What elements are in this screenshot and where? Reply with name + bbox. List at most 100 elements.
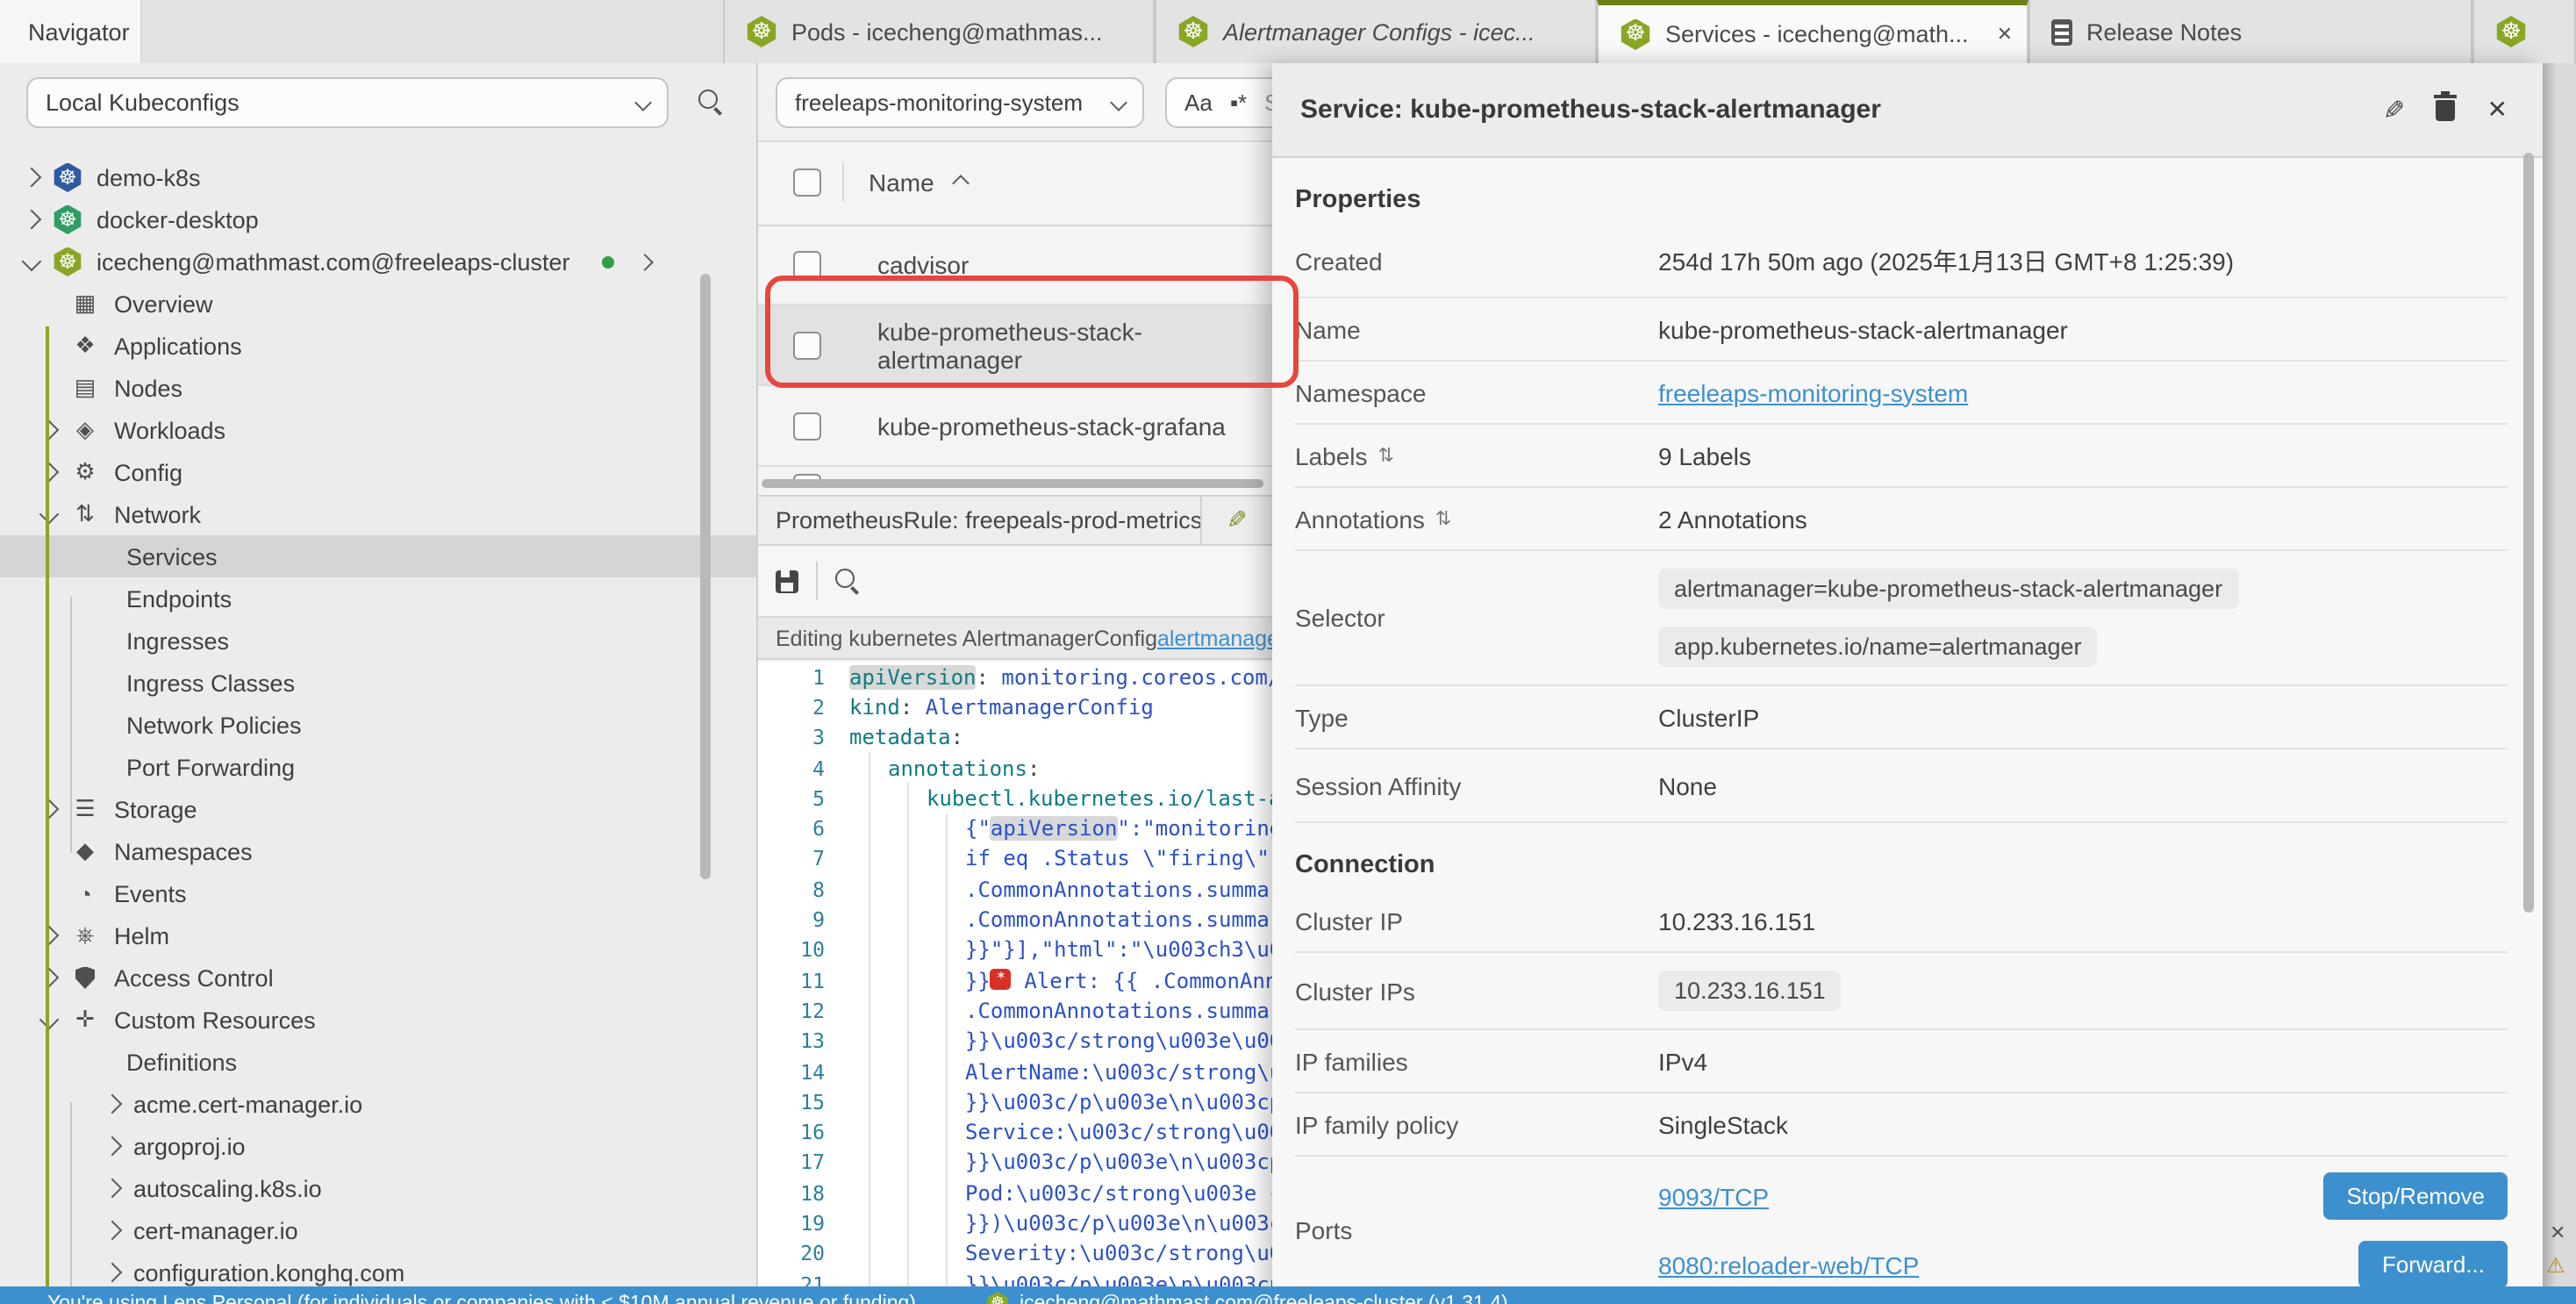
sidebar-item-acme-cert-manager-io[interactable]: acme.cert-manager.io [0, 1083, 756, 1125]
sidebar-cluster-demo-k8s[interactable]: ☸demo-k8s [0, 156, 756, 198]
tab-partial[interactable]: ☸ [2472, 0, 2576, 63]
row-checkbox[interactable] [793, 250, 821, 278]
close-drawer-button[interactable]: ✕ [2487, 95, 2508, 125]
tab-services-icecheng-math[interactable]: ☸Services - icecheng@math...✕ [1597, 0, 2029, 63]
edit-service-button[interactable]: ✎ [2382, 94, 2404, 125]
sidebar-cluster-icecheng-mathmast-com-freeleaps-cluster[interactable]: ☸ icecheng@mathmast.com@freeleaps-cluster [0, 240, 756, 283]
chevron-right-icon[interactable] [39, 926, 60, 946]
chevron-right-icon[interactable] [39, 799, 60, 820]
sidebar-item-workloads[interactable]: ◈Workloads [0, 409, 756, 451]
code-text: {"apiVersion":"monitoring.core [849, 816, 1272, 841]
port-action-button[interactable]: Stop/Remove [2323, 1172, 2508, 1220]
sidebar-item-config[interactable]: ⚙Config [0, 451, 756, 493]
sidebar-item-network[interactable]: ⇅Network [0, 493, 756, 535]
sidebar-item-helm[interactable]: ⎈Helm [0, 914, 756, 957]
kubeconfig-select[interactable]: Local Kubeconfigs [26, 77, 669, 128]
regex-icon[interactable]: ▪* [1230, 90, 1247, 116]
nodes-icon: ▤ [70, 374, 100, 402]
chevron-right-icon[interactable] [636, 253, 654, 270]
sidebar-item-nodes[interactable]: ▤Nodes [0, 367, 756, 409]
config-icon: ⚙ [70, 458, 100, 486]
sidebar-item-applications[interactable]: ❖Applications [0, 325, 756, 367]
delete-service-button[interactable] [2436, 99, 2456, 120]
sort-toggle-icon[interactable]: ⇅ [1435, 507, 1451, 530]
horizontal-scrollbar[interactable] [762, 479, 1263, 488]
badge-list: 10.233.16.151 [1658, 955, 1842, 1027]
sidebar-item-custom-resources[interactable]: ✛Custom Resources [0, 999, 756, 1041]
sidebar-item-label: icecheng@mathmast.com@freeleaps-cluster [97, 248, 570, 275]
sidebar-item-label: Access Control [114, 964, 274, 991]
sidebar-item-services[interactable]: Services [0, 535, 756, 577]
chevron-right-icon[interactable] [103, 1221, 123, 1241]
close-icon[interactable]: ✕ [2550, 1222, 2565, 1244]
tree-guide-line [70, 1102, 72, 1286]
tab-pods-icecheng-mathmas[interactable]: ☸Pods - icecheng@mathmas... [723, 0, 1155, 63]
sidebar-item-label: Storage [114, 796, 197, 822]
chevron-down-icon[interactable] [22, 252, 42, 272]
namespace-select[interactable]: freeleaps-monitoring-system [776, 77, 1144, 128]
storage-icon: ☰ [70, 795, 100, 823]
yaml-editor[interactable]: 1apiVersion: monitoring.coreos.com/v12ki… [758, 662, 1272, 1304]
chevron-down-icon[interactable] [39, 505, 60, 525]
sidebar-item-namespaces[interactable]: ◆Namespaces [0, 830, 756, 872]
sidebar-item-network-policies[interactable]: Network Policies [0, 704, 756, 746]
sidebar-item-definitions[interactable]: Definitions [0, 1041, 756, 1083]
chevron-right-icon[interactable] [39, 462, 60, 483]
sidebar-item-port-forwarding[interactable]: Port Forwarding [0, 746, 756, 788]
drawer-title: Service: kube-prometheus-stack-alertmana… [1300, 95, 2382, 125]
sidebar-item-storage[interactable]: ☰ Storage [0, 788, 756, 830]
editor-line: 9.CommonAnnotations.summary }}- [758, 905, 1272, 935]
sidebar-cluster-docker-desktop[interactable]: ☸docker-desktop [0, 198, 756, 240]
row-checkbox[interactable] [793, 412, 821, 440]
tab-release-notes[interactable]: Release Notes [2029, 0, 2472, 63]
drawer-scrollbar[interactable] [2523, 153, 2534, 913]
code-text: }} Alert: {{ .CommonAnnotati [849, 968, 1272, 992]
search-icon[interactable] [698, 90, 723, 114]
sidebar-item-ingress-classes[interactable]: Ingress Classes [0, 662, 756, 704]
sort-toggle-icon[interactable]: ⇅ [1378, 444, 1394, 467]
port-link[interactable]: 9093/TCP [1658, 1182, 1769, 1210]
chevron-right-icon[interactable] [39, 968, 60, 988]
column-header-name[interactable]: Name [869, 168, 934, 197]
sidebar-item-argoproj-io[interactable]: argoproj.io [0, 1125, 756, 1167]
drawer-row-label: Name [1295, 315, 1658, 343]
namespace-link[interactable]: freeleaps-monitoring-system [1658, 378, 1968, 406]
editor-toolbar [758, 546, 1272, 618]
save-icon[interactable] [776, 570, 798, 592]
sidebar-item-events[interactable]: ◔Events [0, 872, 756, 914]
match-case-icon[interactable]: Aa [1184, 90, 1213, 116]
sidebar-item-endpoints[interactable]: Endpoints [0, 577, 756, 620]
editor-line: 14AlertName:\u003c/strong\u003e [758, 1057, 1272, 1087]
edit-rule-button[interactable]: ✎ [1200, 497, 1272, 544]
chevron-right-icon[interactable] [103, 1136, 123, 1157]
editor-search-icon[interactable] [835, 569, 860, 593]
sidebar-item-overview[interactable]: ▦Overview [0, 283, 756, 325]
drawer-row-value: ClusterIP [1658, 703, 1759, 731]
editing-resource-link[interactable]: alertmanager [1157, 626, 1272, 650]
tree-guide-line [70, 597, 72, 853]
search-input[interactable]: Aa ▪* Search [1165, 77, 1272, 128]
sidebar-item-cert-manager-io[interactable]: cert-manager.io [0, 1209, 756, 1251]
chevron-down-icon[interactable] [39, 1010, 60, 1030]
chevron-right-icon[interactable] [22, 168, 42, 188]
select-all-checkbox[interactable] [793, 168, 821, 197]
port-link[interactable]: 8080:reloader-web/TCP [1658, 1250, 1919, 1279]
sidebar-item-autoscaling-k8s-io[interactable]: autoscaling.k8s.io [0, 1167, 756, 1209]
chevron-right-icon[interactable] [103, 1094, 123, 1114]
sidebar-scrollbar[interactable] [700, 274, 711, 879]
sidebar-item-access-control[interactable]: Access Control [0, 957, 756, 999]
chevron-right-icon[interactable] [39, 420, 60, 441]
tab-alertmanager-configs-icec[interactable]: ☸Alertmanager Configs - icec... [1155, 0, 1597, 63]
chevron-right-icon[interactable] [103, 1263, 123, 1283]
chevron-right-icon[interactable] [103, 1179, 123, 1199]
sort-asc-icon[interactable] [953, 174, 970, 191]
table-row-kube-prometheus-stack-grafana[interactable]: kube-prometheus-stack-grafana [758, 386, 1272, 467]
k8s-icon: ☸ [53, 247, 82, 276]
editor-line: 7if eq .Status \"firing\" }} [758, 844, 1272, 875]
close-tab-icon[interactable]: ✕ [1983, 23, 2013, 46]
port-action-button[interactable]: Forward... [2359, 1241, 2508, 1288]
chevron-right-icon[interactable] [22, 210, 42, 230]
navigator-panel-tab[interactable]: Navigator [0, 0, 142, 63]
sidebar-item-ingresses[interactable]: Ingresses [0, 620, 756, 662]
prometheusrule-bar[interactable]: PrometheusRule: freepeals-prod-metrics ✎ [758, 495, 1272, 546]
